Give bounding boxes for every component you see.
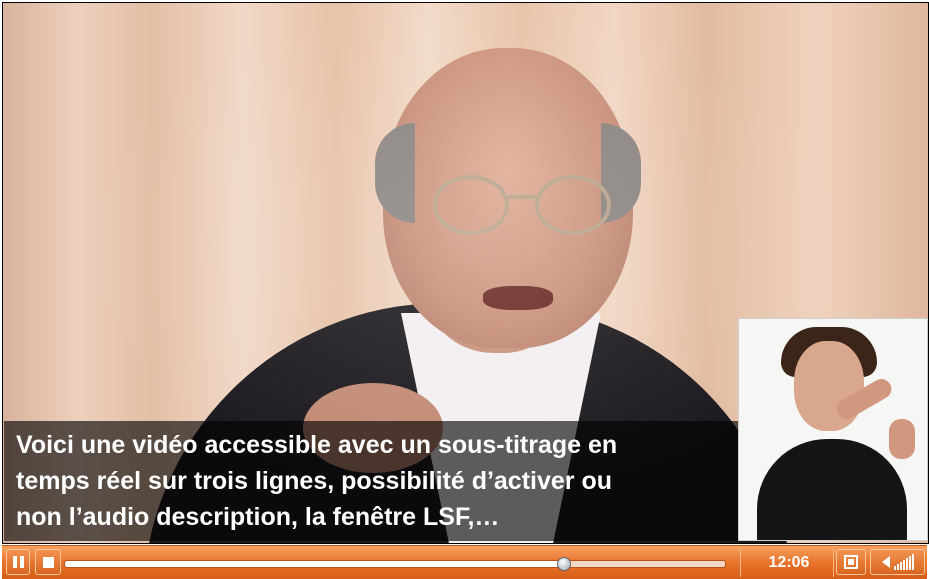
volume-icon	[881, 554, 914, 570]
video-player: Voici une vidéo accessible avec un sous-…	[0, 0, 929, 579]
caption-line: temps réel sur trois lignes, possibilité…	[16, 467, 613, 495]
progress-fill	[65, 561, 564, 567]
subtitle-caption: Voici une vidéo accessible avec un sous-…	[4, 421, 746, 541]
stop-icon	[42, 556, 54, 568]
control-bar: 12:06	[2, 545, 927, 579]
volume-button[interactable]	[870, 549, 925, 575]
time-display: 12:06	[768, 553, 810, 571]
fullscreen-button[interactable]	[836, 549, 866, 575]
pause-button[interactable]	[6, 549, 30, 575]
caption-line: Voici une vidéo accessible avec un sous-…	[16, 431, 618, 459]
caption-line: non l’audio description, la fenêtre LSF,…	[16, 503, 500, 531]
stop-button[interactable]	[35, 549, 61, 575]
fullscreen-icon	[844, 555, 858, 569]
sign-language-window[interactable]	[738, 318, 928, 541]
pause-icon	[12, 556, 24, 568]
progress-thumb[interactable]	[557, 557, 572, 571]
progress-track[interactable]	[64, 557, 726, 571]
